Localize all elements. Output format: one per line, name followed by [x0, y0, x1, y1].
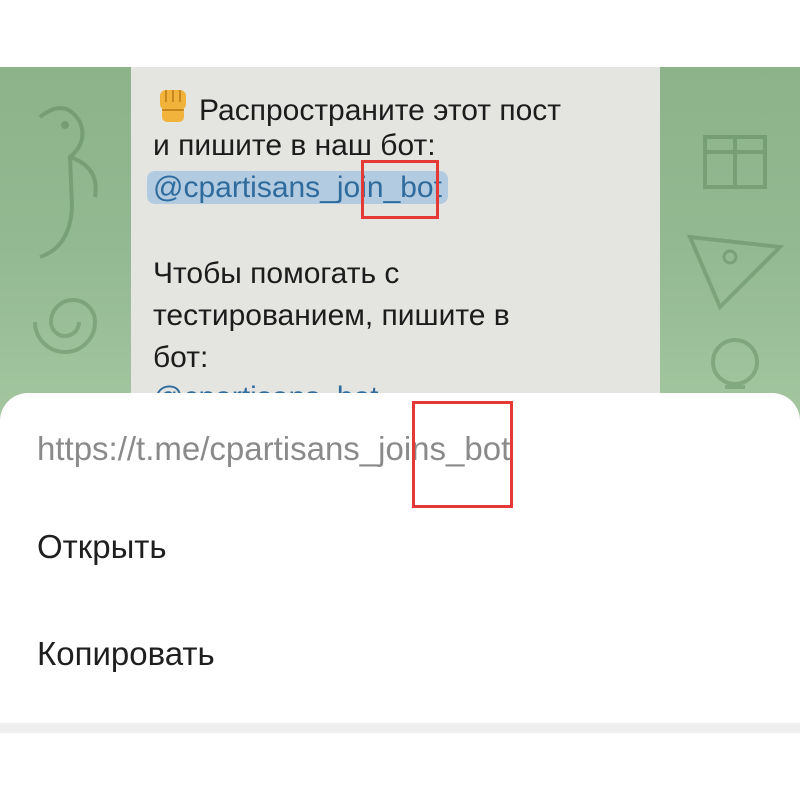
message-text-line-1: Распространите этот пост [199, 94, 561, 127]
open-button-label: Открыть [37, 528, 167, 565]
link-options-sheet: https://t.me/cpartisans_joins_bot Открыт… [0, 393, 800, 723]
message-line-6: бот: [153, 341, 209, 374]
copy-button-label: Копировать [37, 635, 215, 672]
pizza-doodle-icon [686, 234, 785, 311]
swirl-doodle-icon [33, 298, 98, 354]
copy-button[interactable]: Копировать [0, 605, 800, 705]
raised-fist-icon [160, 90, 186, 122]
open-button[interactable]: Открыть [0, 498, 800, 598]
message-bubble: Распространите этот пост и пишите в наш … [131, 67, 660, 427]
dinosaur-doodle-icon [38, 106, 98, 259]
screen: Распространите этот пост и пишите в наш … [0, 0, 800, 800]
bottom-area [0, 733, 800, 800]
gift-doodle-icon [703, 135, 767, 189]
message-line-1: Распространите этот пост [153, 86, 561, 131]
annotation-box-message [361, 160, 439, 219]
message-line-5: тестированием, пишите в [153, 299, 510, 332]
message-line-4: Чтобы помогать с [153, 257, 400, 290]
sheet-divider [0, 723, 800, 733]
annotation-box-url [412, 401, 513, 508]
